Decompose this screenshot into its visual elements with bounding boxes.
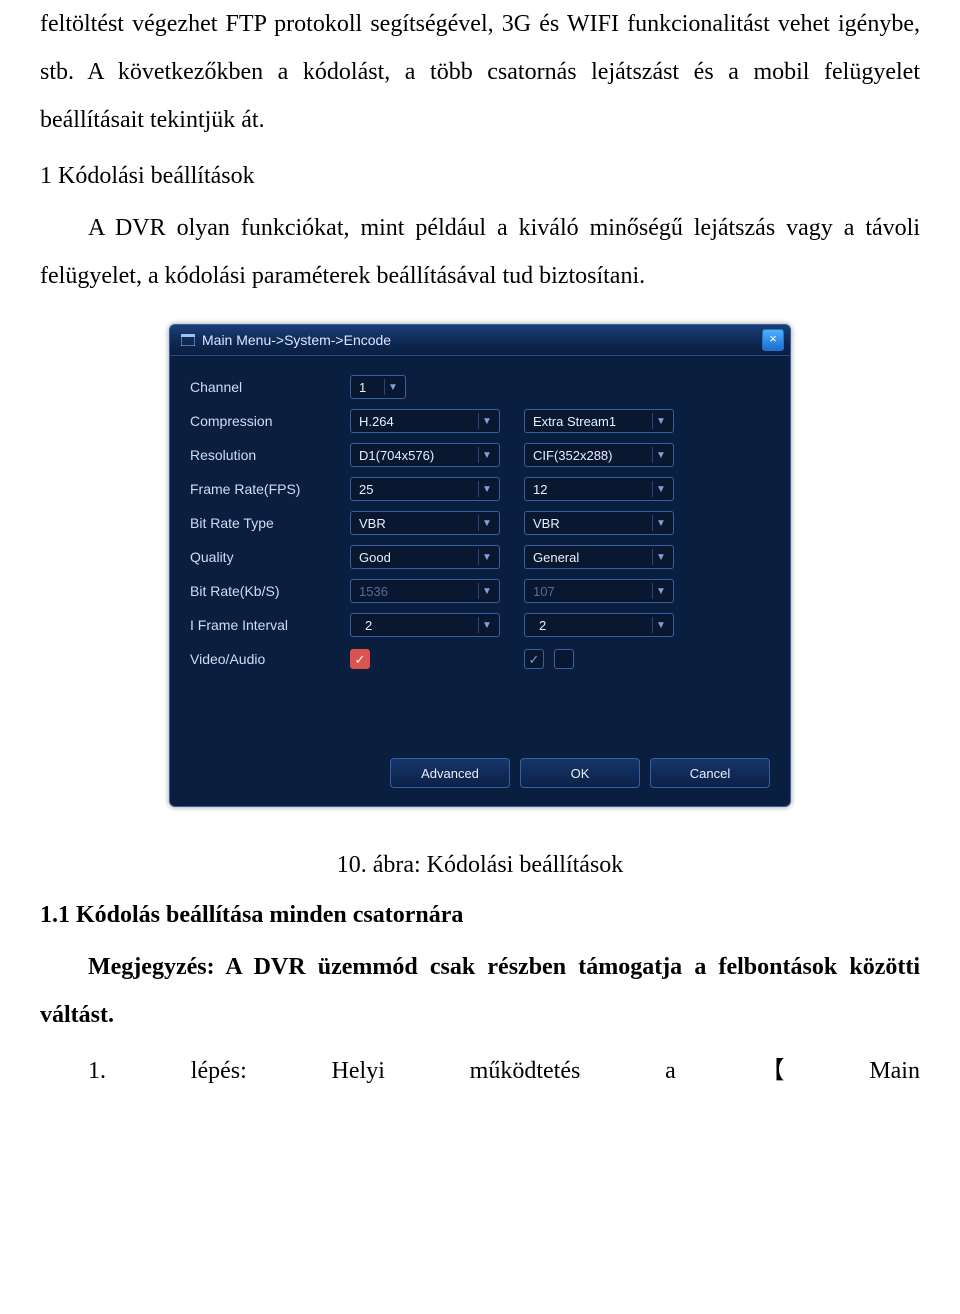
iframe-main-value: 2 [359, 618, 372, 633]
chevron-down-icon: ▼ [384, 379, 401, 395]
figure-caption: 10. ábra: Kódolási beállítások [40, 852, 920, 879]
chevron-down-icon: ▼ [478, 617, 495, 633]
step-text-4: Main [869, 1047, 920, 1095]
chevron-down-icon: ▼ [478, 583, 495, 599]
resolution-sub-value: CIF(352x288) [533, 448, 612, 463]
quality-main-select[interactable]: Good ▼ [350, 545, 500, 569]
dialog-titlebar: Main Menu->System->Encode × [170, 325, 790, 356]
va-sub-video-checkbox[interactable]: ✓ [524, 649, 544, 669]
window-icon [180, 333, 196, 347]
row-compression: Compression H.264 ▼ Extra Stream1 ▼ [190, 406, 770, 436]
compression-main-value: H.264 [359, 414, 394, 429]
heading-encoding-settings: 1 Kódolási beállítások [40, 152, 920, 200]
label-compression: Compression [190, 413, 350, 429]
close-button[interactable]: × [762, 329, 784, 351]
resolution-main-select[interactable]: D1(704x576) ▼ [350, 443, 500, 467]
compression-sub-select[interactable]: Extra Stream1 ▼ [524, 409, 674, 433]
quality-main-value: Good [359, 550, 391, 565]
iframe-main-select[interactable]: 2 ▼ [350, 613, 500, 637]
label-channel: Channel [190, 379, 350, 395]
row-video-audio: Video/Audio ✓ ✓ [190, 644, 770, 674]
va-main-checkbox[interactable]: ✓ [350, 649, 370, 669]
paragraph-step1: 1. lépés: Helyi működtetés a 【 Main [40, 1047, 920, 1095]
step-text-3: a [665, 1047, 676, 1095]
step-bracket: 【 [761, 1047, 785, 1095]
label-brtype: Bit Rate Type [190, 515, 350, 531]
paragraph-intro: feltöltést végezhet FTP protokoll segíts… [40, 0, 920, 144]
check-icon: ✓ [529, 653, 540, 666]
brtype-main-select[interactable]: VBR ▼ [350, 511, 500, 535]
encode-settings-dialog: Main Menu->System->Encode × Channel 1 ▼ … [169, 324, 791, 807]
fps-sub-select[interactable]: 12 ▼ [524, 477, 674, 501]
advanced-button[interactable]: Advanced [390, 758, 510, 788]
label-iframe: I Frame Interval [190, 617, 350, 633]
label-fps: Frame Rate(FPS) [190, 481, 350, 497]
chevron-down-icon: ▼ [652, 481, 669, 497]
chevron-down-icon: ▼ [478, 549, 495, 565]
row-fps: Frame Rate(FPS) 25 ▼ 12 ▼ [190, 474, 770, 504]
iframe-sub-select[interactable]: 2 ▼ [524, 613, 674, 637]
chevron-down-icon: ▼ [478, 413, 495, 429]
brkbs-main-select[interactable]: 1536 ▼ [350, 579, 500, 603]
chevron-down-icon: ▼ [652, 413, 669, 429]
quality-sub-select[interactable]: General ▼ [524, 545, 674, 569]
brtype-main-value: VBR [359, 516, 386, 531]
cancel-button[interactable]: Cancel [650, 758, 770, 788]
step-number: 1. [88, 1047, 106, 1095]
dialog-button-row: Advanced OK Cancel [170, 688, 790, 806]
chevron-down-icon: ▼ [652, 515, 669, 531]
step-word: lépés: [191, 1047, 247, 1095]
quality-sub-value: General [533, 550, 579, 565]
iframe-sub-value: 2 [533, 618, 546, 633]
heading-encode-per-channel: 1.1 Kódolás beállítása minden csatornára [40, 891, 920, 939]
row-brkbs: Bit Rate(Kb/S) 1536 ▼ 107 ▼ [190, 576, 770, 606]
label-quality: Quality [190, 549, 350, 565]
channel-select[interactable]: 1 ▼ [350, 375, 406, 399]
chevron-down-icon: ▼ [652, 447, 669, 463]
dialog-title: Main Menu->System->Encode [202, 332, 762, 348]
paragraph-note: Megjegyzés: A DVR üzemmód csak részben t… [40, 943, 920, 1039]
row-brtype: Bit Rate Type VBR ▼ VBR ▼ [190, 508, 770, 538]
chevron-down-icon: ▼ [652, 549, 669, 565]
check-icon: ✓ [355, 653, 366, 666]
fps-main-value: 25 [359, 482, 373, 497]
row-quality: Quality Good ▼ General ▼ [190, 542, 770, 572]
row-resolution: Resolution D1(704x576) ▼ CIF(352x288) ▼ [190, 440, 770, 470]
chevron-down-icon: ▼ [478, 481, 495, 497]
brtype-sub-select[interactable]: VBR ▼ [524, 511, 674, 535]
resolution-sub-select[interactable]: CIF(352x288) ▼ [524, 443, 674, 467]
brkbs-main-value: 1536 [359, 584, 388, 599]
va-sub-audio-checkbox[interactable] [554, 649, 574, 669]
form-area: Channel 1 ▼ Compression H.264 ▼ Extra St… [170, 356, 790, 688]
fps-sub-value: 12 [533, 482, 547, 497]
label-brkbs: Bit Rate(Kb/S) [190, 583, 350, 599]
row-iframe: I Frame Interval 2 ▼ 2 ▼ [190, 610, 770, 640]
ok-button[interactable]: OK [520, 758, 640, 788]
label-video-audio: Video/Audio [190, 651, 350, 667]
chevron-down-icon: ▼ [652, 617, 669, 633]
chevron-down-icon: ▼ [652, 583, 669, 599]
brkbs-sub-select[interactable]: 107 ▼ [524, 579, 674, 603]
brkbs-sub-value: 107 [533, 584, 555, 599]
fps-main-select[interactable]: 25 ▼ [350, 477, 500, 501]
chevron-down-icon: ▼ [478, 515, 495, 531]
compression-sub-value: Extra Stream1 [533, 414, 616, 429]
compression-main-select[interactable]: H.264 ▼ [350, 409, 500, 433]
paragraph-encoding-desc: A DVR olyan funkciókat, mint például a k… [40, 204, 920, 300]
brtype-sub-value: VBR [533, 516, 560, 531]
step-text-1: Helyi [332, 1047, 385, 1095]
channel-value: 1 [359, 380, 366, 395]
resolution-main-value: D1(704x576) [359, 448, 434, 463]
label-resolution: Resolution [190, 447, 350, 463]
chevron-down-icon: ▼ [478, 447, 495, 463]
step-text-2: működtetés [470, 1047, 581, 1095]
row-channel: Channel 1 ▼ [190, 372, 770, 402]
